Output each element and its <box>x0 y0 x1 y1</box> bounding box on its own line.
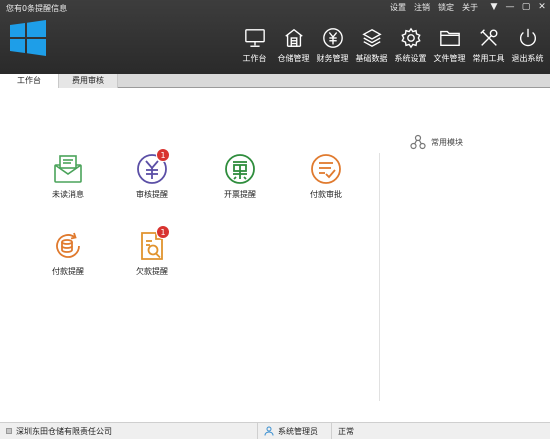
nav-label: 退出系统 <box>511 54 544 63</box>
status-company: 深圳东田仓储有限责任公司 <box>0 422 258 439</box>
user-icon <box>264 426 274 436</box>
nav-label: 工作台 <box>242 54 267 63</box>
nav-label: 常用工具 <box>472 54 505 63</box>
tile-payment-approval[interactable]: 付款审批 <box>296 152 356 212</box>
tile-invoice-reminder[interactable]: 开票提醒 <box>210 152 270 212</box>
folder-icon <box>439 30 460 47</box>
user-name: 系统管理员 <box>278 426 318 436</box>
window-controls: 设置 注销 锁定 关于 ▼ — ▢ ✕ <box>390 0 550 14</box>
workbench-panel: 未读消息 1 审核提醒 开票提醒 付款审批 付款提醒 1 欠款提醒 常用模块 <box>0 89 550 422</box>
menu-dropdown-button[interactable]: ▼ <box>486 0 502 14</box>
status-user: 系统管理员 <box>258 422 332 439</box>
company-name: 深圳东田仓储有限责任公司 <box>16 426 112 436</box>
state-text: 正常 <box>338 426 354 436</box>
warehouse-icon <box>284 28 303 47</box>
yen-icon <box>322 28 343 48</box>
modules-icon <box>410 134 426 150</box>
tile-label: 开票提醒 <box>224 190 256 199</box>
tab-bar: 工作台 费用审核 <box>0 74 550 88</box>
tile-unread-messages[interactable]: 未读消息 <box>38 152 98 212</box>
tile-label: 欠款提醒 <box>136 267 168 276</box>
reminder-info[interactable]: 您有0条提醒信息 <box>6 3 67 14</box>
windows-logo <box>10 20 46 56</box>
nav-label: 财务管理 <box>316 54 349 63</box>
power-icon <box>519 28 536 47</box>
company-icon <box>6 428 12 434</box>
layers-icon <box>361 28 382 48</box>
tools-icon <box>479 29 497 46</box>
notification-badge: 1 <box>156 225 170 239</box>
monitor-icon <box>244 29 265 47</box>
approval-list-icon <box>311 154 341 184</box>
tile-review-reminder[interactable]: 1 审核提醒 <box>122 148 182 212</box>
about-link[interactable]: 关于 <box>462 2 478 13</box>
nav-file-management[interactable]: 文件管理 <box>430 27 469 73</box>
coins-icon <box>56 232 80 258</box>
mail-icon <box>54 155 82 183</box>
nav-finance[interactable]: 财务管理 <box>313 27 352 73</box>
title-bar: 您有0条提醒信息 设置 注销 锁定 关于 ▼ — ▢ ✕ 工作台 仓储管理 财务… <box>0 0 550 74</box>
tile-debt-reminder[interactable]: 1 欠款提醒 <box>122 225 182 289</box>
tile-label: 审核提醒 <box>136 190 168 199</box>
favorite-modules[interactable]: 常用模块 <box>410 134 463 150</box>
logout-link[interactable]: 注销 <box>414 2 430 13</box>
tab-expense-review[interactable]: 费用审核 <box>58 74 118 88</box>
nav-basic-data[interactable]: 基础数据 <box>352 27 391 73</box>
gear-icon <box>400 27 421 49</box>
nav-label: 系统设置 <box>394 54 427 63</box>
favorite-modules-label: 常用模块 <box>431 137 463 147</box>
tile-label: 付款提醒 <box>52 267 84 276</box>
nav-system-settings[interactable]: 系统设置 <box>391 27 430 73</box>
tile-label: 付款审批 <box>310 190 342 199</box>
lock-link[interactable]: 锁定 <box>438 2 454 13</box>
maximize-button[interactable]: ▢ <box>518 0 534 14</box>
main-nav: 工作台 仓储管理 财务管理 基础数据 系统设置 文件管理 常用工具 退出系统 <box>235 27 547 73</box>
nav-common-tools[interactable]: 常用工具 <box>469 27 508 73</box>
close-button[interactable]: ✕ <box>534 0 550 14</box>
nav-warehouse[interactable]: 仓储管理 <box>274 27 313 73</box>
nav-label: 文件管理 <box>433 54 466 63</box>
nav-exit[interactable]: 退出系统 <box>508 27 547 73</box>
nav-label: 基础数据 <box>355 54 388 63</box>
status-state: 正常 <box>332 423 372 439</box>
tile-label: 未读消息 <box>52 190 84 199</box>
status-bar: 深圳东田仓储有限责任公司 系统管理员 正常 <box>0 422 550 439</box>
panel-divider <box>379 153 380 401</box>
tab-workbench[interactable]: 工作台 <box>0 74 58 88</box>
settings-link[interactable]: 设置 <box>390 2 406 13</box>
nav-label: 仓储管理 <box>277 54 310 63</box>
notification-badge: 1 <box>156 148 170 162</box>
minimize-button[interactable]: — <box>502 0 518 14</box>
tile-payment-reminder[interactable]: 付款提醒 <box>38 229 98 289</box>
nav-workbench[interactable]: 工作台 <box>235 27 274 73</box>
invoice-icon <box>225 154 255 184</box>
